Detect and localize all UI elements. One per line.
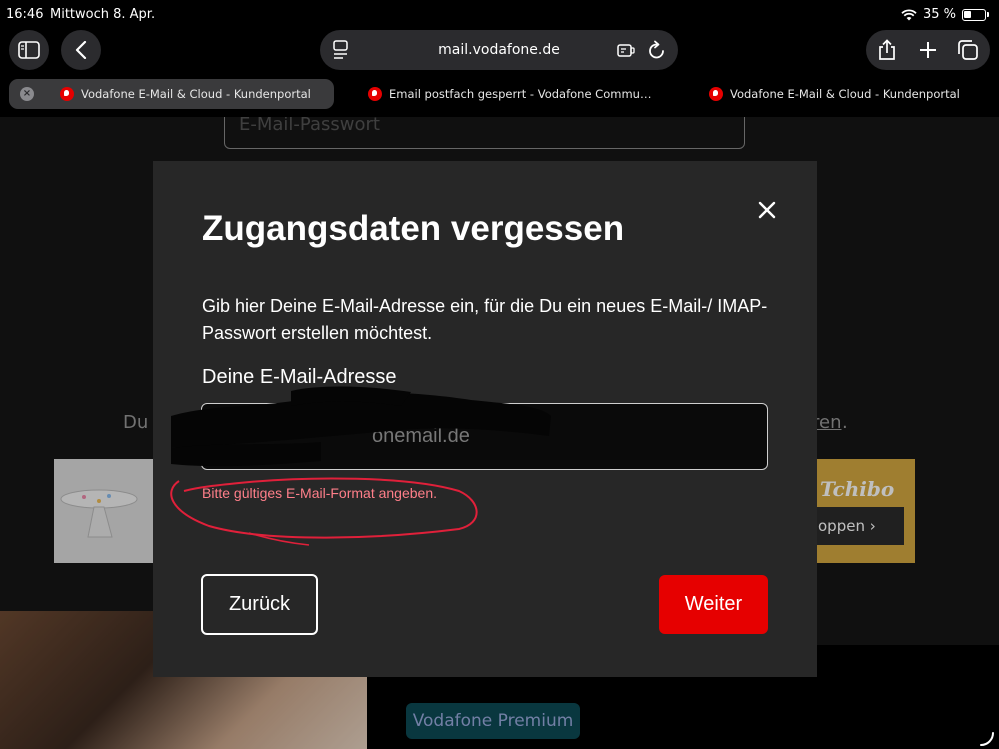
status-right: 35 % [901,7,989,22]
red-annotation-circle [170,477,478,546]
dialog-description: Gib hier Deine E-Mail-Adresse ein, für d… [202,296,768,343]
email-label: Deine E-Mail-Adresse [202,366,397,388]
vodafone-favicon-icon [60,87,74,101]
email-input[interactable] [201,403,768,470]
vodafone-favicon-icon [709,87,723,101]
back-nav-button[interactable] [61,30,101,70]
wifi-icon [901,9,917,20]
status-date: Mittwoch 8. Apr. [50,7,156,22]
resize-corner-icon [980,732,994,746]
toolbar-actions [866,30,990,70]
share-icon[interactable] [877,39,897,61]
email-error-message: Bitte gültiges E-Mail-Format angeben. [202,485,437,501]
tab-1[interactable]: × Vodafone E-Mail & Cloud - Kundenportal [9,79,334,109]
chevron-left-icon [75,41,87,59]
tab-2[interactable]: Email postfach gesperrt - Vodafone Commu… [368,79,668,109]
plus-icon[interactable] [918,40,938,60]
dialog-title: Zugangsdaten vergessen [202,209,625,248]
tab-title: Vodafone E-Mail & Cloud - Kundenportal [81,87,311,101]
vodafone-favicon-icon [368,87,382,101]
tab-title: Vodafone E-Mail & Cloud - Kundenportal [730,87,960,101]
close-icon [758,201,776,219]
tab-bar: × Vodafone E-Mail & Cloud - Kundenportal… [0,78,999,112]
status-time: 16:46 [6,7,44,22]
close-dialog-button[interactable] [755,198,779,222]
forgot-credentials-dialog: Zugangsdaten vergessen Gib hier Deine E-… [153,161,817,677]
reload-icon[interactable] [648,40,666,60]
back-button[interactable]: Zurück [201,574,318,635]
extension-icon[interactable] [616,40,636,60]
status-bar: 16:46 Mittwoch 8. Apr. 35 % [0,0,999,30]
browser-toolbar: mail.vodafone.de [0,28,999,74]
sidebar-icon [18,41,40,59]
tab-3[interactable]: Vodafone E-Mail & Cloud - Kundenportal [709,79,994,109]
close-tab-icon[interactable]: × [20,87,34,101]
tab-title: Email postfach gesperrt - Vodafone Commu… [389,87,652,101]
next-button[interactable]: Weiter [659,575,768,634]
tabs-overview-icon[interactable] [957,39,979,61]
battery-percent: 35 % [922,7,956,22]
battery-icon [962,8,986,21]
address-bar[interactable]: mail.vodafone.de [320,30,678,70]
sidebar-toggle-button[interactable] [9,30,49,70]
